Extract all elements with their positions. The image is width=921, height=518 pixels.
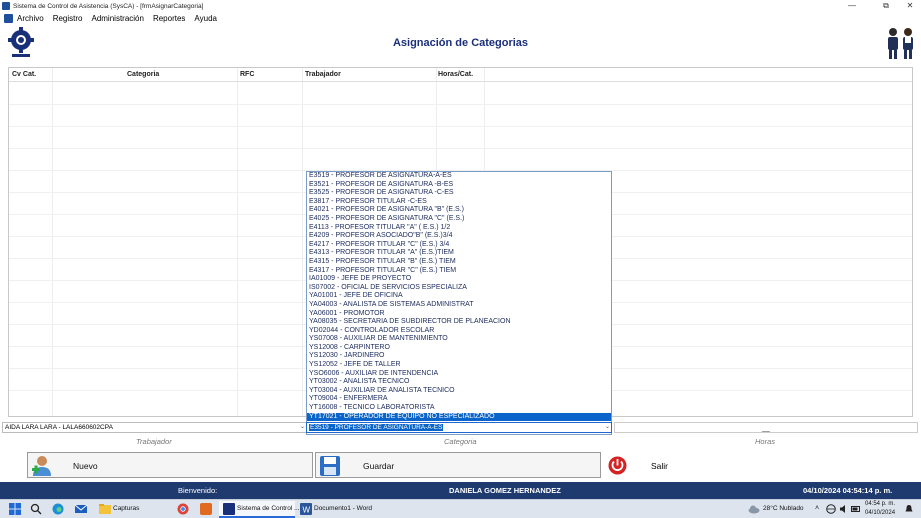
dropdown-option[interactable]: E3817 - PROFESOR TITULAR -C-ES — [307, 198, 611, 207]
network-icon[interactable] — [826, 504, 836, 514]
form-header: Asignación de Categorias — [0, 24, 921, 62]
taskbar-capturas[interactable]: Capturas — [113, 505, 139, 512]
folder-icon[interactable] — [99, 503, 111, 515]
categoria-combo[interactable]: E3519 - PROFESOR DE ASIGNATURA-A-ES ⌄ — [306, 422, 612, 433]
dropdown-option[interactable]: E4317 - PROFESOR TITULAR "C" (E.S.) TIEM — [307, 267, 611, 276]
add-user-icon — [32, 456, 51, 476]
nuevo-button-label: Nuevo — [73, 461, 98, 471]
nuevo-button[interactable]: Nuevo — [27, 452, 313, 478]
menu-bar: Archivo Registro Administración Reportes… — [0, 12, 921, 24]
categoria-caption: Categoria — [444, 437, 477, 446]
app-icon — [2, 2, 10, 10]
word-icon[interactable]: W — [300, 503, 312, 515]
dropdown-option[interactable]: YS12008 - CARPINTERO — [307, 344, 611, 353]
dropdown-option[interactable]: YA04003 - ANALISTA DE SISTEMAS ADMINISTR… — [307, 301, 611, 310]
windows-taskbar: Capturas Sistema de Control ... W Docume… — [0, 499, 921, 518]
dropdown-option[interactable]: E4113 - PROFESOR TITULAR "A" ( E.S.) 1/2 — [307, 224, 611, 233]
column-header-trabajador[interactable]: Trabajador — [305, 71, 341, 78]
notifications-icon[interactable] — [904, 504, 914, 514]
dropdown-option[interactable]: IA01009 - JEFE DE PROYECTO — [307, 275, 611, 284]
save-disk-icon — [320, 456, 340, 476]
column-header-horas-cat[interactable]: Horas/Cat. — [438, 71, 473, 78]
grid-header: Cv Cat. Categoria RFC Trabajador Horas/C… — [9, 68, 912, 82]
window-title: Sistema de Control de Asistencia (SysCA)… — [13, 2, 204, 10]
column-header-cv-cat[interactable]: Cv Cat. — [12, 71, 36, 78]
menu-registro[interactable]: Registro — [53, 14, 83, 23]
dropdown-option[interactable]: YS12052 - JEFE DE TALLER — [307, 361, 611, 370]
edge-browser-icon[interactable] — [52, 503, 64, 515]
dropdown-option[interactable]: YS07008 - AUXILIAR DE MANTENIMIENTO — [307, 335, 611, 344]
status-datetime: 04/10/2024 04:54:14 p. m. — [803, 486, 893, 495]
trabajador-caption: Trabajador — [136, 437, 172, 446]
app-orange-icon[interactable] — [200, 503, 212, 515]
chevron-down-icon[interactable]: ⌄ — [605, 423, 610, 432]
dropdown-option[interactable]: E4209 - PROFESOR ASOCIADO"B" (E.S.)3/4 — [307, 232, 611, 241]
window-titlebar: Sistema de Control de Asistencia (SysCA)… — [0, 0, 921, 12]
weather-text[interactable]: 28°C Nublado — [763, 505, 804, 512]
dropdown-option[interactable]: E4025 - PROFESOR DE ASIGNATURA "C" (E.S.… — [307, 215, 611, 224]
clock-time[interactable]: 04:54 p. m. — [865, 501, 895, 507]
workers-icon — [888, 28, 913, 59]
trabajador-combo-value: AIDA LARA LARA - LALA660602CPA — [5, 424, 113, 431]
menu-ayuda[interactable]: Ayuda — [194, 14, 217, 23]
trabajador-combo[interactable]: AIDA LARA LARA - LALA660602CPA ⌄ — [2, 422, 307, 433]
menu-reportes[interactable]: Reportes — [153, 14, 185, 23]
current-user: DANIELA GOMEZ HERNANDEZ — [449, 486, 561, 495]
minimize-button[interactable]: — — [842, 0, 862, 12]
dropdown-option[interactable]: YT03004 - AUXILIAR DE ANALISTA TECNICO — [307, 387, 611, 396]
power-icon[interactable] — [608, 456, 627, 475]
dropdown-option[interactable]: E3521 - PROFESOR DE ASIGNATURA -B-ES — [307, 181, 611, 190]
mail-icon[interactable] — [75, 503, 87, 515]
restore-button[interactable]: ⧉ — [876, 0, 896, 12]
dropdown-option[interactable]: YS12030 - JARDINERO — [307, 352, 611, 361]
salir-button[interactable]: Salir — [651, 461, 668, 471]
dropdown-option[interactable]: YA08035 - SECRETARIA DE SUBDIRECTOR DE P… — [307, 318, 611, 327]
column-header-categoria[interactable]: Categoria — [127, 71, 159, 78]
chrome-icon[interactable] — [177, 503, 189, 515]
menu-archivo[interactable]: Archivo — [17, 14, 44, 23]
dropdown-option[interactable]: E3525 - PROFESOR DE ASIGNATURA -C-ES — [307, 189, 611, 198]
svg-text:W: W — [303, 506, 311, 515]
dropdown-option[interactable]: YT09004 - ENFERMERA — [307, 395, 611, 404]
search-icon[interactable] — [30, 503, 42, 515]
dropdown-option[interactable]: E3519 - PROFESOR DE ASIGNATURA-A-ES — [307, 172, 611, 181]
welcome-label: Bienvenido: — [178, 486, 218, 495]
dropdown-option[interactable]: YA06001 - PROMOTOR — [307, 310, 611, 319]
mdi-child-icon[interactable] — [4, 13, 13, 23]
dropdown-option[interactable]: YA01001 - JEFE DE OFICINA — [307, 292, 611, 301]
dropdown-option[interactable]: E4313 - PROFESOR TITULAR "A" (E.S.)TIEM — [307, 249, 611, 258]
chevron-down-icon[interactable]: ⌄ — [300, 423, 305, 432]
clock-date[interactable]: 04/10/2024 — [865, 510, 895, 516]
horas-value: __ — [762, 425, 770, 432]
dropdown-option[interactable]: IS07002 - OFICIAL DE SERVICIOS ESPECIALI… — [307, 284, 611, 293]
taskbar-sysca[interactable]: Sistema de Control ... — [237, 505, 300, 512]
menu-administracion[interactable]: Administración — [91, 14, 143, 23]
dropdown-option[interactable]: E4021 - PROFESOR DE ASIGNATURA "B" (E.S.… — [307, 206, 611, 215]
taskbar-word[interactable]: Documento1 - Word — [314, 505, 372, 512]
column-header-rfc[interactable]: RFC — [240, 71, 254, 78]
sysca-app-icon — [223, 503, 235, 515]
speaker-icon[interactable] — [839, 504, 849, 514]
guardar-button[interactable]: Guardar — [315, 452, 601, 478]
page-title: Asignación de Categorias — [392, 37, 529, 49]
battery-icon[interactable] — [851, 504, 861, 514]
dropdown-option[interactable]: YT16008 - TECNICO LABORATORISTA — [307, 404, 611, 413]
tray-chevron-icon[interactable]: ˄ — [815, 505, 819, 512]
dropdown-option[interactable]: YD02044 - CONTROLADOR ESCOLAR — [307, 327, 611, 336]
status-bar: Bienvenido: DANIELA GOMEZ HERNANDEZ 04/1… — [0, 482, 921, 499]
horas-caption: Horas — [755, 437, 776, 446]
cloud-weather-icon[interactable] — [748, 503, 760, 515]
dropdown-option[interactable]: YT03002 - ANALISTA TECNICO — [307, 378, 611, 387]
dropdown-option[interactable]: E4217 - PROFESOR TITULAR "C" (E.S.) 3/4 — [307, 241, 611, 250]
dropdown-option[interactable]: E4315 - PROFESOR TITULAR "B" (E.S.) TIEM — [307, 258, 611, 267]
close-button[interactable]: ✕ — [900, 0, 920, 12]
windows-start-icon[interactable] — [9, 503, 21, 515]
categoria-combo-value: E3519 - PROFESOR DE ASIGNATURA-A-ES — [309, 424, 444, 431]
categoria-dropdown-list[interactable]: E3519 - PROFESOR DE ASIGNATURA-A-ES E3521… — [306, 171, 612, 435]
dropdown-option[interactable]: YT17021 - OPERADOR DE EQUIPO NO ESPECIAL… — [307, 412, 611, 422]
guardar-button-label: Guardar — [363, 461, 395, 471]
dropdown-option[interactable]: YSO6006 - AUXILIAR DE INTENDENCIA — [307, 370, 611, 379]
